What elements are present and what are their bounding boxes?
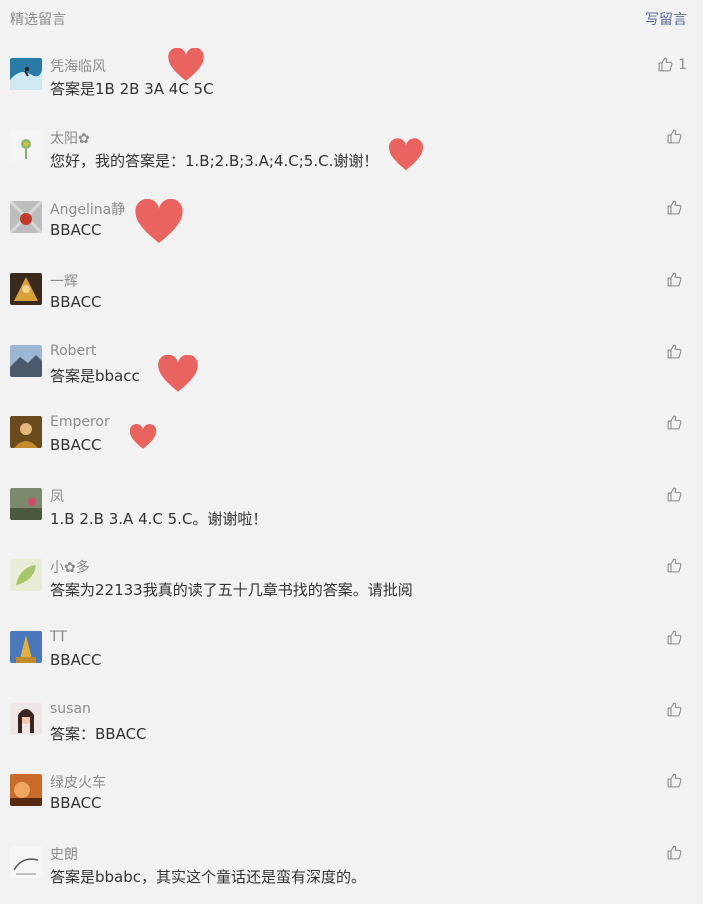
heart-icon (157, 355, 199, 393)
like-button[interactable] (666, 701, 687, 718)
comment-item: Emperor BBACC (0, 414, 703, 474)
commenter-name: 史朗 (50, 847, 78, 863)
portrait-avatar-icon (10, 416, 42, 448)
like-button[interactable] (666, 414, 687, 431)
avatar[interactable] (10, 416, 42, 448)
comment-text: BBACC (50, 293, 102, 311)
heart-icon (167, 48, 205, 82)
outdoor-photo-avatar-icon (10, 488, 42, 520)
comment-text: 您好，我的答案是：1.B;2.B;3.A;4.C;5.C.谢谢！ (50, 152, 379, 170)
thumbs-up-icon (666, 486, 683, 503)
commenter-name: Emperor (50, 414, 110, 430)
commenter-name: 太阳✿ (50, 131, 90, 147)
avatar[interactable] (10, 58, 42, 90)
thumbs-up-icon (657, 56, 674, 73)
sunset-avatar-icon (10, 774, 42, 806)
comment-item: 绿皮火车 BBACC (0, 772, 703, 832)
grey-pattern-avatar-icon (10, 201, 42, 233)
comment-text: 答案为22133我真的读了五十几章书找的答案。请批阅 (50, 581, 413, 599)
like-button[interactable]: 1 (657, 56, 687, 73)
golden-pagoda-avatar-icon (10, 631, 42, 663)
flower-avatar-icon (10, 130, 42, 162)
thumbs-up-icon (666, 629, 683, 646)
thumbs-up-icon (666, 701, 683, 718)
comment-item: 史朗 答案是bbabc，其实这个童话还是蛮有深度的。 (0, 844, 703, 904)
comment-text: 答案是bbabc，其实这个童话还是蛮有深度的。 (50, 868, 367, 886)
avatar[interactable] (10, 631, 42, 663)
avatar[interactable] (10, 273, 42, 305)
sketch-avatar-icon (10, 846, 42, 878)
write-comment-link[interactable]: 写留言 (645, 9, 687, 29)
comment-text: BBACC (50, 651, 102, 669)
heart-icon (129, 424, 157, 450)
heart-icon (388, 138, 424, 172)
like-button[interactable] (666, 772, 687, 789)
comment-item: Robert 答案是bbacc (0, 343, 703, 403)
commenter-name: 凭海临风 (50, 59, 106, 75)
avatar[interactable] (10, 846, 42, 878)
comment-item: 凭海临风 答案是1B 2B 3A 4C 5C 1 (0, 48, 703, 116)
like-button[interactable] (666, 199, 687, 216)
thumbs-up-icon (666, 199, 683, 216)
thumbs-up-icon (666, 271, 683, 288)
comment-text: BBACC (50, 436, 102, 454)
avatar[interactable] (10, 703, 42, 735)
comment-text: 1.B 2.B 3.A 4.C 5.C。谢谢啦！ (50, 510, 268, 528)
like-count: 1 (678, 56, 687, 73)
comment-text: BBACC (50, 221, 102, 239)
featured-comments-title: 精选留言 (10, 12, 66, 28)
commenter-name: susan (50, 701, 91, 717)
surfer-wave-avatar-icon (10, 58, 42, 90)
commenter-name: TT (50, 629, 67, 645)
comment-text: 答案：BBACC (50, 725, 147, 743)
comment-item: Angelina静 BBACC (0, 199, 703, 259)
comments-header: 精选留言 写留言 (0, 0, 703, 38)
comment-text: BBACC (50, 794, 102, 812)
like-button[interactable] (666, 271, 687, 288)
comment-item: 一辉 BBACC (0, 271, 703, 331)
avatar[interactable] (10, 559, 42, 591)
girl-portrait-avatar-icon (10, 703, 42, 735)
commenter-name: 凤 (50, 489, 64, 505)
anime-warrior-avatar-icon (10, 273, 42, 305)
commenter-name: 小✿多 (50, 560, 90, 576)
thumbs-up-icon (666, 772, 683, 789)
commenter-name: Angelina静 (50, 202, 126, 218)
comment-item: TT BBACC (0, 629, 703, 689)
avatar[interactable] (10, 345, 42, 377)
like-button[interactable] (666, 486, 687, 503)
comment-item: 太阳✿ 您好，我的答案是：1.B;2.B;3.A;4.C;5.C.谢谢！ (0, 128, 703, 188)
avatar[interactable] (10, 201, 42, 233)
thumbs-up-icon (666, 557, 683, 574)
thumbs-up-icon (666, 844, 683, 861)
like-button[interactable] (666, 343, 687, 360)
commenter-name: 绿皮火车 (50, 775, 106, 791)
mountain-avatar-icon (10, 345, 42, 377)
avatar[interactable] (10, 488, 42, 520)
comment-item: 凤 1.B 2.B 3.A 4.C 5.C。谢谢啦！ (0, 486, 703, 546)
comment-text: 答案是bbacc (50, 367, 140, 385)
thumbs-up-icon (666, 128, 683, 145)
like-button[interactable] (666, 557, 687, 574)
leaf-avatar-icon (10, 559, 42, 591)
avatar[interactable] (10, 774, 42, 806)
heart-icon (134, 199, 184, 245)
commenter-name: 一辉 (50, 274, 78, 290)
comment-item: susan 答案：BBACC (0, 701, 703, 761)
commenter-name: Robert (50, 343, 97, 359)
thumbs-up-icon (666, 343, 683, 360)
avatar[interactable] (10, 130, 42, 162)
like-button[interactable] (666, 629, 687, 646)
comment-item: 小✿多 答案为22133我真的读了五十几章书找的答案。请批阅 (0, 557, 703, 617)
like-button[interactable] (666, 844, 687, 861)
like-button[interactable] (666, 128, 687, 145)
thumbs-up-icon (666, 414, 683, 431)
